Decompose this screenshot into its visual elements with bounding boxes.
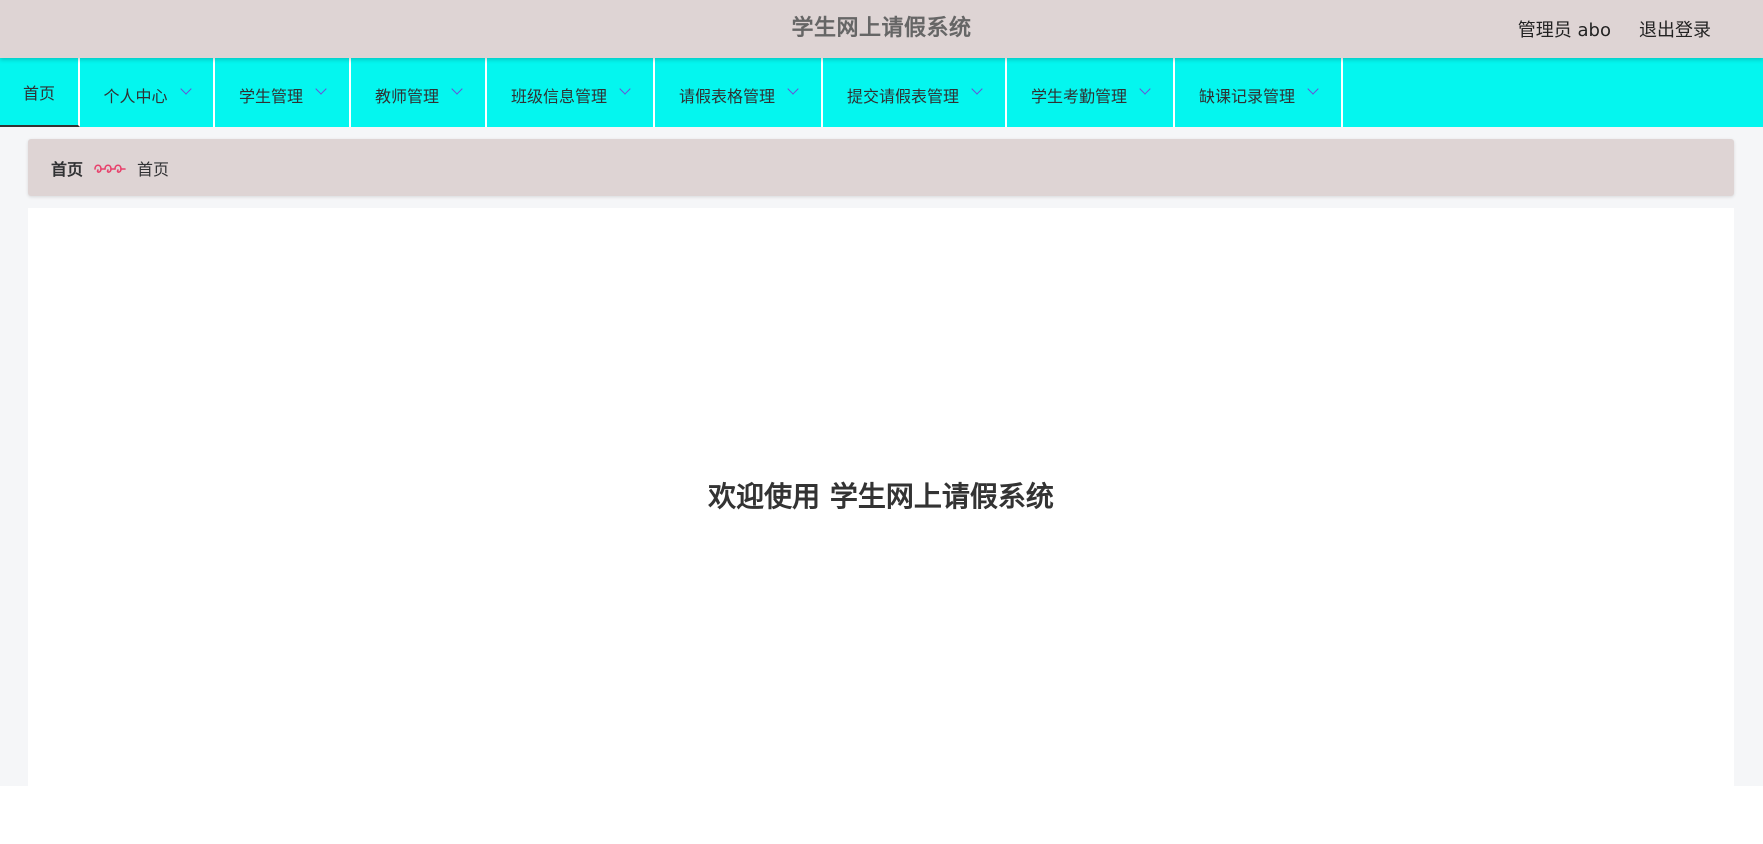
app-root: 学生网上请假系统 管理员 abo 退出登录 首页 个人中心 学生管理 教师管理 …	[0, 0, 1763, 844]
nav-item-teacher-management[interactable]: 教师管理	[351, 58, 487, 127]
nav-item-label: 首页	[22, 83, 55, 103]
nav-item-label: 班级信息管理	[510, 86, 607, 106]
nav-item-label: 提交请假表管理	[846, 86, 959, 106]
nav-item-personal-center[interactable]: 个人中心	[80, 58, 215, 127]
chevron-down-icon	[1307, 82, 1319, 95]
top-header: 学生网上请假系统 管理员 abo 退出登录	[0, 0, 1763, 58]
hearts-separator-icon	[94, 163, 126, 173]
logout-button[interactable]: 退出登录	[1639, 16, 1711, 42]
nav-item-home[interactable]: 首页	[0, 58, 80, 127]
chevron-down-icon	[619, 82, 631, 95]
nav-item-submitted-leave-management[interactable]: 提交请假表管理	[823, 58, 1007, 127]
nav-item-label: 个人中心	[103, 86, 168, 106]
header-user-area: 管理员 abo 退出登录	[1518, 0, 1711, 58]
chevron-down-icon	[315, 82, 327, 95]
welcome-message: 欢迎使用 学生网上请假系统	[708, 480, 1054, 513]
breadcrumb: 首页 首页	[28, 139, 1734, 196]
current-user-label: 管理员 abo	[1517, 20, 1611, 41]
nav-item-label: 学生管理	[238, 86, 303, 106]
chevron-down-icon	[787, 82, 799, 95]
breadcrumb-home-link[interactable]: 首页	[51, 156, 83, 180]
top-nav-menu: 首页 个人中心 学生管理 教师管理 班级信息管理 请假表格管理 提交请假表管理 …	[0, 58, 1763, 127]
nav-item-label: 请假表格管理	[678, 86, 775, 106]
breadcrumb-current: 首页	[137, 159, 170, 179]
nav-item-absence-record-management[interactable]: 缺课记录管理	[1175, 58, 1343, 127]
nav-item-attendance-management[interactable]: 学生考勤管理	[1007, 58, 1175, 127]
chevron-down-icon	[971, 82, 983, 95]
nav-item-leave-form-management[interactable]: 请假表格管理	[655, 58, 823, 127]
main-content: 欢迎使用 学生网上请假系统	[28, 208, 1734, 786]
nav-item-class-info-management[interactable]: 班级信息管理	[487, 58, 655, 127]
nav-item-label: 学生考勤管理	[1030, 86, 1127, 106]
chevron-down-icon	[179, 82, 192, 95]
app-title: 学生网上请假系统	[791, 16, 972, 41]
chevron-down-icon	[1139, 82, 1151, 95]
nav-item-label: 教师管理	[374, 86, 439, 106]
nav-item-label: 缺课记录管理	[1198, 86, 1295, 106]
chevron-down-icon	[451, 82, 463, 95]
nav-item-student-management[interactable]: 学生管理	[215, 58, 351, 127]
